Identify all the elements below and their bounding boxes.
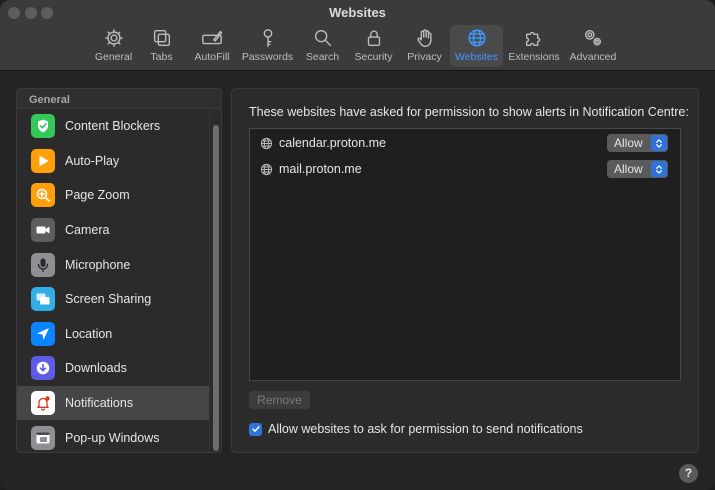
tab-label: Advanced — [569, 51, 617, 63]
location-arrow-icon — [31, 321, 55, 346]
sidebar-header: General — [17, 89, 221, 109]
globe-icon — [468, 29, 485, 47]
checkmark-icon — [251, 426, 260, 432]
download-icon — [31, 356, 55, 381]
allow-ask-permission-row[interactable]: Allow websites to ask for permission to … — [249, 422, 583, 436]
website-row[interactable]: mail.proton.me Allow — [250, 156, 680, 182]
sidebar-item-microphone[interactable]: Microphone — [17, 247, 210, 282]
zoom-icon — [31, 183, 55, 208]
tab-security[interactable]: Security — [348, 25, 399, 67]
sidebar-item-camera[interactable]: Camera — [17, 213, 210, 248]
permission-select[interactable]: Allow — [607, 160, 668, 178]
permission-value: Allow — [614, 136, 643, 150]
tabs-icon — [153, 29, 170, 47]
tab-label: Extensions — [508, 51, 560, 63]
tab-passwords[interactable]: Passwords — [238, 25, 297, 67]
shield-check-icon — [31, 114, 55, 139]
microphone-icon — [31, 252, 55, 277]
chevron-up-down-icon — [651, 161, 667, 177]
sidebar-item-page-zoom[interactable]: Page Zoom — [17, 178, 210, 213]
allow-ask-permission-label: Allow websites to ask for permission to … — [268, 422, 583, 436]
sidebar-item-screen-sharing[interactable]: Screen Sharing — [17, 282, 210, 317]
sidebar-item-downloads[interactable]: Downloads — [17, 351, 210, 386]
remove-button[interactable]: Remove — [249, 391, 310, 409]
tab-privacy[interactable]: Privacy — [399, 25, 450, 67]
sidebar-item-label: Auto-Play — [65, 153, 120, 168]
bell-icon — [31, 391, 55, 416]
magnifier-icon — [314, 29, 331, 47]
tab-search[interactable]: Search — [297, 25, 348, 67]
tab-tabs[interactable]: Tabs — [137, 25, 186, 67]
sidebar-scrollbar[interactable] — [209, 109, 221, 452]
tab-extensions[interactable]: Extensions — [503, 25, 565, 67]
tab-advanced[interactable]: Advanced — [565, 25, 621, 67]
sidebar-item-auto-play[interactable]: Auto-Play — [17, 144, 210, 179]
sidebar-item-content-blockers[interactable]: Content Blockers — [17, 109, 210, 144]
tab-label: Passwords — [241, 51, 294, 63]
sidebar: General Content Blockers Auto-Play Page … — [16, 88, 222, 453]
tab-websites[interactable]: Websites — [450, 25, 503, 67]
website-domain: calendar.proton.me — [279, 136, 387, 150]
website-row[interactable]: calendar.proton.me Allow — [250, 130, 680, 156]
gear-icon — [104, 29, 123, 47]
sidebar-item-label: Microphone — [65, 257, 131, 272]
help-button[interactable]: ? — [679, 464, 698, 483]
pencil-field-icon — [202, 30, 223, 45]
gears-icon — [584, 29, 602, 46]
tab-label: Websites — [455, 51, 498, 63]
sidebar-item-pop-up-windows[interactable]: Pop-up Windows — [17, 420, 210, 452]
sidebar-item-label: Notifications — [65, 396, 134, 411]
permission-select[interactable]: Allow — [607, 134, 668, 152]
sidebar-item-label: Screen Sharing — [65, 292, 152, 307]
sidebar-item-location[interactable]: Location — [17, 317, 210, 352]
screen-sharing-icon — [31, 287, 55, 312]
sidebar-scroll-thumb[interactable] — [213, 125, 219, 451]
play-icon — [31, 148, 55, 173]
tab-label: AutoFill — [194, 51, 230, 63]
sidebar-item-label: Downloads — [65, 361, 127, 376]
sidebar-item-label: Camera — [65, 223, 110, 238]
puzzle-icon — [525, 31, 541, 47]
globe-icon — [260, 163, 273, 175]
tab-label: Privacy — [407, 51, 442, 63]
tab-label: General — [94, 51, 133, 63]
websites-table: calendar.proton.me Allow mail.proton.me … — [249, 128, 681, 381]
preferences-tabbar: General Tabs AutoFill Passwords Search S… — [90, 25, 621, 67]
sidebar-item-label: Content Blockers — [65, 119, 161, 134]
preferences-window: Websites General Tabs AutoFill Passwords… — [0, 0, 715, 490]
website-domain: mail.proton.me — [279, 162, 362, 176]
tab-general[interactable]: General — [90, 25, 137, 67]
window-title: Websites — [329, 5, 386, 20]
sidebar-list: Content Blockers Auto-Play Page Zoom Cam… — [17, 109, 210, 452]
permission-value: Allow — [614, 162, 643, 176]
sidebar-item-label: Location — [65, 326, 113, 341]
chevron-up-down-icon — [651, 135, 667, 151]
sidebar-item-label: Page Zoom — [65, 188, 130, 203]
toolbar: Websites General Tabs AutoFill Passwords… — [0, 0, 715, 71]
sidebar-item-label: Pop-up Windows — [65, 430, 160, 445]
notifications-panel: These websites have asked for permission… — [231, 88, 699, 453]
popup-window-icon — [31, 425, 55, 450]
tab-label: Security — [354, 51, 393, 63]
hand-icon — [416, 29, 432, 47]
lock-icon — [367, 30, 380, 47]
camera-icon — [31, 218, 55, 243]
tab-autofill[interactable]: AutoFill — [186, 25, 238, 67]
sidebar-item-notifications[interactable]: Notifications — [17, 385, 210, 421]
allow-ask-permission-checkbox[interactable] — [249, 422, 262, 436]
panel-description: These websites have asked for permission… — [249, 105, 689, 119]
tab-label: Search — [305, 51, 340, 63]
tab-label: Tabs — [150, 51, 173, 63]
key-icon — [263, 29, 272, 47]
globe-icon — [260, 137, 273, 149]
